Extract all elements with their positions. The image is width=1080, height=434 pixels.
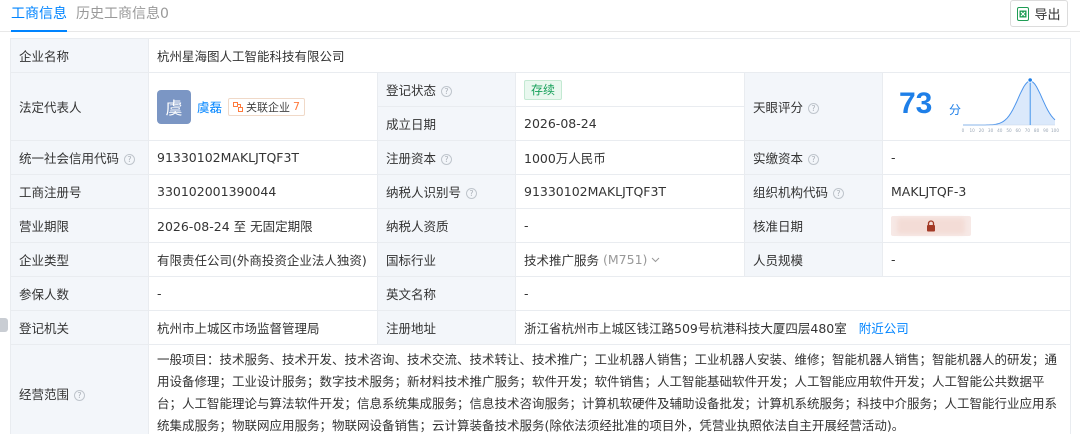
approval-date-label: 核准日期	[744, 208, 883, 243]
legal-rep-cell: 虞 虞磊 关联企业 7	[148, 72, 378, 141]
en-name-label: 英文名称	[377, 276, 516, 311]
taxpayer-qual-label: 纳税人资质	[377, 208, 516, 243]
excel-file-icon	[1017, 6, 1030, 21]
taxpayer-id-label-cell: 纳税人识别号?	[377, 174, 516, 209]
score-tick-label: 10	[970, 128, 976, 133]
business-info-table: 企业名称 杭州星海图人工智能科技有限公司 法定代表人 虞 虞磊 关联企业 7 登…	[10, 38, 1072, 434]
staff-size: -	[881, 242, 1072, 277]
help-icon[interactable]: ?	[441, 154, 453, 165]
address-cell: 浙江省杭州市上城区钱江路509号杭港科技大厦四层480室 附近公司	[514, 310, 1072, 345]
business-scope: 一般项目：技术服务、技术开发、技术咨询、技术交流、技术转让、技术推广；工业机器人…	[147, 344, 1072, 434]
founded-label: 成立日期	[377, 106, 516, 141]
avatar[interactable]: 虞	[157, 89, 191, 124]
export-label: 导出	[1034, 8, 1061, 23]
help-icon[interactable]: ?	[441, 86, 453, 97]
reg-capital: 1000万人民币	[515, 140, 745, 175]
tianyan-score-cell[interactable]: 73 分 0 10 20 30 40 50 60 70 80 90 100	[881, 72, 1072, 141]
biz-reg-no-label: 工商注册号	[10, 174, 149, 209]
export-button[interactable]: 导出	[1010, 0, 1068, 27]
founded-date: 2026-08-24	[515, 106, 745, 141]
score-tick-label: 0	[962, 128, 965, 133]
score-marker-dot	[1027, 77, 1033, 83]
taxpayer-qual: -	[515, 208, 745, 243]
score-tick-label: 30	[988, 128, 994, 133]
related-companies-badge[interactable]: 关联企业 7	[228, 97, 306, 116]
tianyan-label: 天眼评分	[753, 100, 804, 115]
related-companies-count: 7	[293, 100, 301, 113]
help-icon[interactable]: ?	[808, 103, 820, 114]
lock-icon	[927, 219, 935, 231]
term-label: 营业期限	[10, 208, 149, 243]
staff-label: 人员规模	[744, 242, 883, 277]
authority: 杭州市上城区市场监督管理局	[148, 310, 378, 345]
help-icon[interactable]: ?	[833, 188, 845, 199]
org-code-label: 组织机构代码	[753, 185, 829, 200]
score-tick-label: 70	[1025, 128, 1031, 133]
help-icon[interactable]: ?	[124, 154, 136, 165]
term: 2026-08-24 至 无固定期限	[148, 208, 378, 243]
credit-code-label-cell: 统一社会信用代码?	[10, 140, 149, 175]
paid-capital: -	[881, 140, 1072, 175]
industry-label: 国标行业	[377, 242, 516, 277]
legal-rep-label: 法定代表人	[10, 72, 149, 141]
reg-status-cell: 存续	[515, 72, 745, 107]
status-badge: 存续	[524, 79, 563, 100]
related-companies-label: 关联企业	[246, 100, 291, 114]
insured-label: 参保人数	[10, 276, 149, 311]
industry-dropdown[interactable]: 技术推广服务 (M751)	[524, 250, 660, 269]
tab-history-business-info[interactable]: 历史工商信息0	[76, 4, 169, 24]
type-label: 企业类型	[10, 242, 149, 277]
score-tick-label: 50	[1006, 128, 1012, 133]
tab-bar: 工商信息 历史工商信息0	[0, 0, 1080, 32]
help-icon[interactable]: ?	[808, 154, 820, 165]
score-tick-label: 20	[979, 128, 985, 133]
approval-date-cell	[881, 208, 1072, 243]
legal-rep-name-link[interactable]: 虞磊	[197, 97, 222, 116]
address: 浙江省杭州市上城区钱江路509号杭港科技大厦四层480室	[524, 321, 847, 336]
reg-status-label: 登记状态	[386, 83, 437, 98]
biz-reg-no: 330102001390044	[148, 174, 378, 209]
score-tick-label: 90	[1043, 128, 1049, 133]
side-drawer-handle[interactable]	[0, 318, 8, 332]
authority-label: 登记机关	[10, 310, 149, 345]
en-name: -	[514, 276, 1072, 311]
industry-cell: 技术推广服务 (M751)	[515, 242, 745, 277]
taxpayer-id-label: 纳税人识别号	[386, 185, 462, 200]
score-distribution-chart: 0 10 20 30 40 50 60 70 80 90 100	[962, 77, 1059, 133]
score-tick-label: 60	[1016, 128, 1022, 133]
taxpayer-id: 91330102MAKLJTQF3T	[515, 174, 745, 209]
reg-capital-label: 注册资本	[386, 151, 437, 166]
tianyan-score: 73	[899, 87, 933, 120]
tianyan-label-cell: 天眼评分?	[744, 72, 883, 141]
org-code: MAKLJTQF-3	[881, 174, 1072, 209]
chevron-down-icon	[652, 257, 660, 263]
reg-capital-label-cell: 注册资本?	[377, 140, 516, 175]
help-icon[interactable]: ?	[74, 389, 86, 401]
scope-label-cell: 经营范围?	[10, 344, 149, 434]
industry-code: (M751)	[603, 252, 648, 267]
reg-status-label-cell: 登记状态?	[377, 72, 516, 107]
industry-name: 技术推广服务	[524, 253, 600, 268]
locked-value[interactable]	[891, 215, 971, 236]
score-tick-label: 100	[1051, 128, 1059, 133]
org-code-label-cell: 组织机构代码?	[744, 174, 883, 209]
help-icon[interactable]: ?	[466, 188, 478, 199]
paid-capital-label: 实缴资本	[753, 151, 804, 166]
credit-code-label: 统一社会信用代码	[19, 151, 120, 166]
company-name-label: 企业名称	[10, 38, 149, 73]
credit-code: 91330102MAKLJTQF3T	[148, 140, 378, 175]
related-companies-icon	[233, 101, 244, 112]
score-tick-label: 40	[997, 128, 1003, 133]
scope-label: 经营范围	[19, 386, 70, 402]
score-curve-area	[963, 81, 1055, 125]
nearby-companies-link[interactable]: 附近公司	[859, 321, 909, 336]
address-label: 注册地址	[377, 310, 516, 345]
tab-business-info[interactable]: 工商信息	[11, 4, 67, 32]
paid-capital-label-cell: 实缴资本?	[744, 140, 883, 175]
insured-count: -	[148, 276, 378, 311]
company-name: 杭州星海图人工智能科技有限公司	[147, 38, 1072, 73]
company-type: 有限责任公司(外商投资企业法人独资)	[148, 242, 378, 277]
score-tick-label: 80	[1034, 128, 1040, 133]
